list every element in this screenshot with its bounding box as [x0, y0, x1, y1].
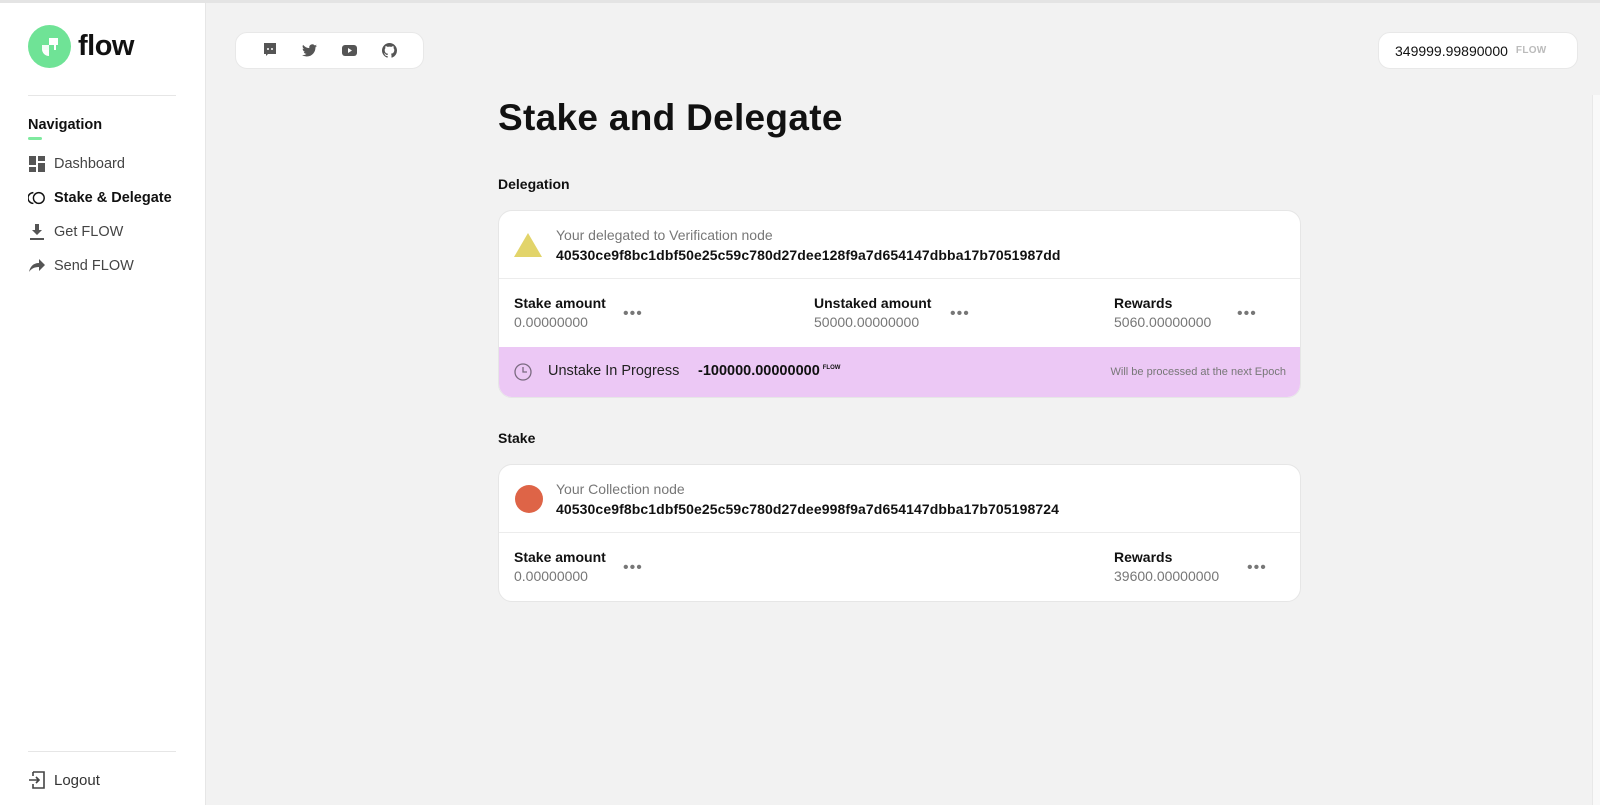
youtube-icon[interactable] [341, 43, 357, 59]
stat-value: 5060.00000000 [1114, 314, 1212, 330]
discord-icon[interactable] [262, 43, 278, 59]
sidebar-divider-bottom [28, 751, 176, 752]
stat-label: Rewards [1114, 295, 1173, 311]
verification-node-triangle-icon [514, 233, 542, 262]
stake-node-id: 40530ce9f8bc1dbf50e25c59c780d27dee998f9a… [556, 501, 1059, 517]
unstaked-amount-more-button[interactable]: ••• [950, 306, 970, 322]
balance-unit: FLOW [1515, 45, 1547, 56]
github-icon[interactable] [381, 43, 397, 59]
delegation-rewards: Rewards 5060.00000000 [1114, 295, 1211, 330]
sidebar-item-send-flow[interactable]: Send FLOW [28, 257, 134, 275]
brand-name: flow [78, 30, 135, 62]
scrollbar[interactable] [1592, 95, 1600, 805]
rewards-more-button[interactable]: ••• [1237, 306, 1257, 322]
clock-icon [514, 363, 532, 386]
collection-node-circle-icon [514, 484, 544, 519]
sidebar-item-label: Stake & Delegate [54, 190, 172, 206]
download-icon [28, 223, 46, 241]
balance-amount: 349999.99890000 [1395, 42, 1508, 59]
delegation-section-label: Delegation [498, 176, 570, 192]
sidebar-item-label: Get FLOW [54, 224, 124, 240]
flow-logo-icon [28, 25, 71, 68]
stake-stats: Stake amount 0.00000000 ••• Rewards 3960… [499, 533, 1300, 601]
delegation-subtitle: Your delegated to Verification node [556, 227, 773, 243]
send-icon [28, 257, 46, 275]
unstake-amount: -100000.00000000 FLOW [698, 363, 840, 379]
stake-card: Your Collection node 40530ce9f8bc1dbf50e… [498, 464, 1301, 602]
nav-heading: Navigation [28, 117, 103, 133]
stat-label: Rewards [1114, 549, 1173, 565]
unstake-amount-value: -100000.00000000 [698, 363, 820, 379]
stake-rewards: Rewards 39600.00000000 [1114, 549, 1219, 584]
nav-heading-underline [28, 137, 42, 140]
stake-subtitle: Your Collection node [556, 481, 685, 497]
stake-amount-more-button[interactable]: ••• [623, 306, 643, 322]
delegation-node-id: 40530ce9f8bc1dbf50e25c59c780d27dee128f9a… [556, 247, 1061, 263]
stat-label: Stake amount [514, 295, 606, 311]
wallet-balance: 349999.99890000 FLOW [1378, 32, 1578, 69]
unstake-progress-banner: Unstake In Progress -100000.00000000 FLOW… [499, 347, 1300, 397]
unstake-note: Will be processed at the next Epoch [1110, 366, 1286, 378]
stat-value: 50000.00000000 [814, 314, 920, 330]
logout-button[interactable]: Logout [28, 771, 100, 789]
stat-value: 0.00000000 [514, 314, 588, 330]
stake-icon [28, 189, 46, 207]
sidebar-divider [28, 95, 176, 96]
flow-logo[interactable]: flow [28, 25, 135, 68]
sidebar-item-label: Send FLOW [54, 258, 134, 274]
delegation-card-header: Your delegated to Verification node 4053… [499, 211, 1300, 279]
stake-amount-more-button[interactable]: ••• [623, 560, 643, 576]
sidebar: flow Navigation Dashboard Stake & Delega… [0, 3, 206, 805]
twitter-icon[interactable] [302, 43, 318, 59]
logout-label: Logout [54, 771, 100, 789]
stake-card-header: Your Collection node 40530ce9f8bc1dbf50e… [499, 465, 1300, 533]
delegation-stats: Stake amount 0.00000000 ••• Unstaked amo… [499, 279, 1300, 347]
delegation-stake-amount: Stake amount 0.00000000 [514, 295, 606, 330]
stat-value: 39600.00000000 [1114, 568, 1220, 584]
page-title: Stake and Delegate [498, 97, 843, 138]
stat-label: Stake amount [514, 549, 606, 565]
dashboard-icon [28, 155, 46, 173]
unstake-unit: FLOW [822, 365, 841, 372]
stake-stake-amount: Stake amount 0.00000000 [514, 549, 606, 584]
logout-icon [28, 771, 46, 789]
stat-value: 0.00000000 [514, 568, 588, 584]
social-links [235, 32, 424, 69]
sidebar-item-get-flow[interactable]: Get FLOW [28, 223, 123, 241]
rewards-more-button[interactable]: ••• [1247, 560, 1267, 576]
sidebar-item-label: Dashboard [54, 156, 125, 172]
stake-section-label: Stake [498, 430, 536, 446]
delegation-card: Your delegated to Verification node 4053… [498, 210, 1301, 398]
sidebar-item-dashboard[interactable]: Dashboard [28, 155, 125, 173]
delegation-unstaked-amount: Unstaked amount 50000.00000000 [814, 295, 931, 330]
unstake-label: Unstake In Progress [548, 363, 680, 379]
stat-label: Unstaked amount [814, 295, 932, 311]
sidebar-item-stake-delegate[interactable]: Stake & Delegate [28, 189, 172, 207]
